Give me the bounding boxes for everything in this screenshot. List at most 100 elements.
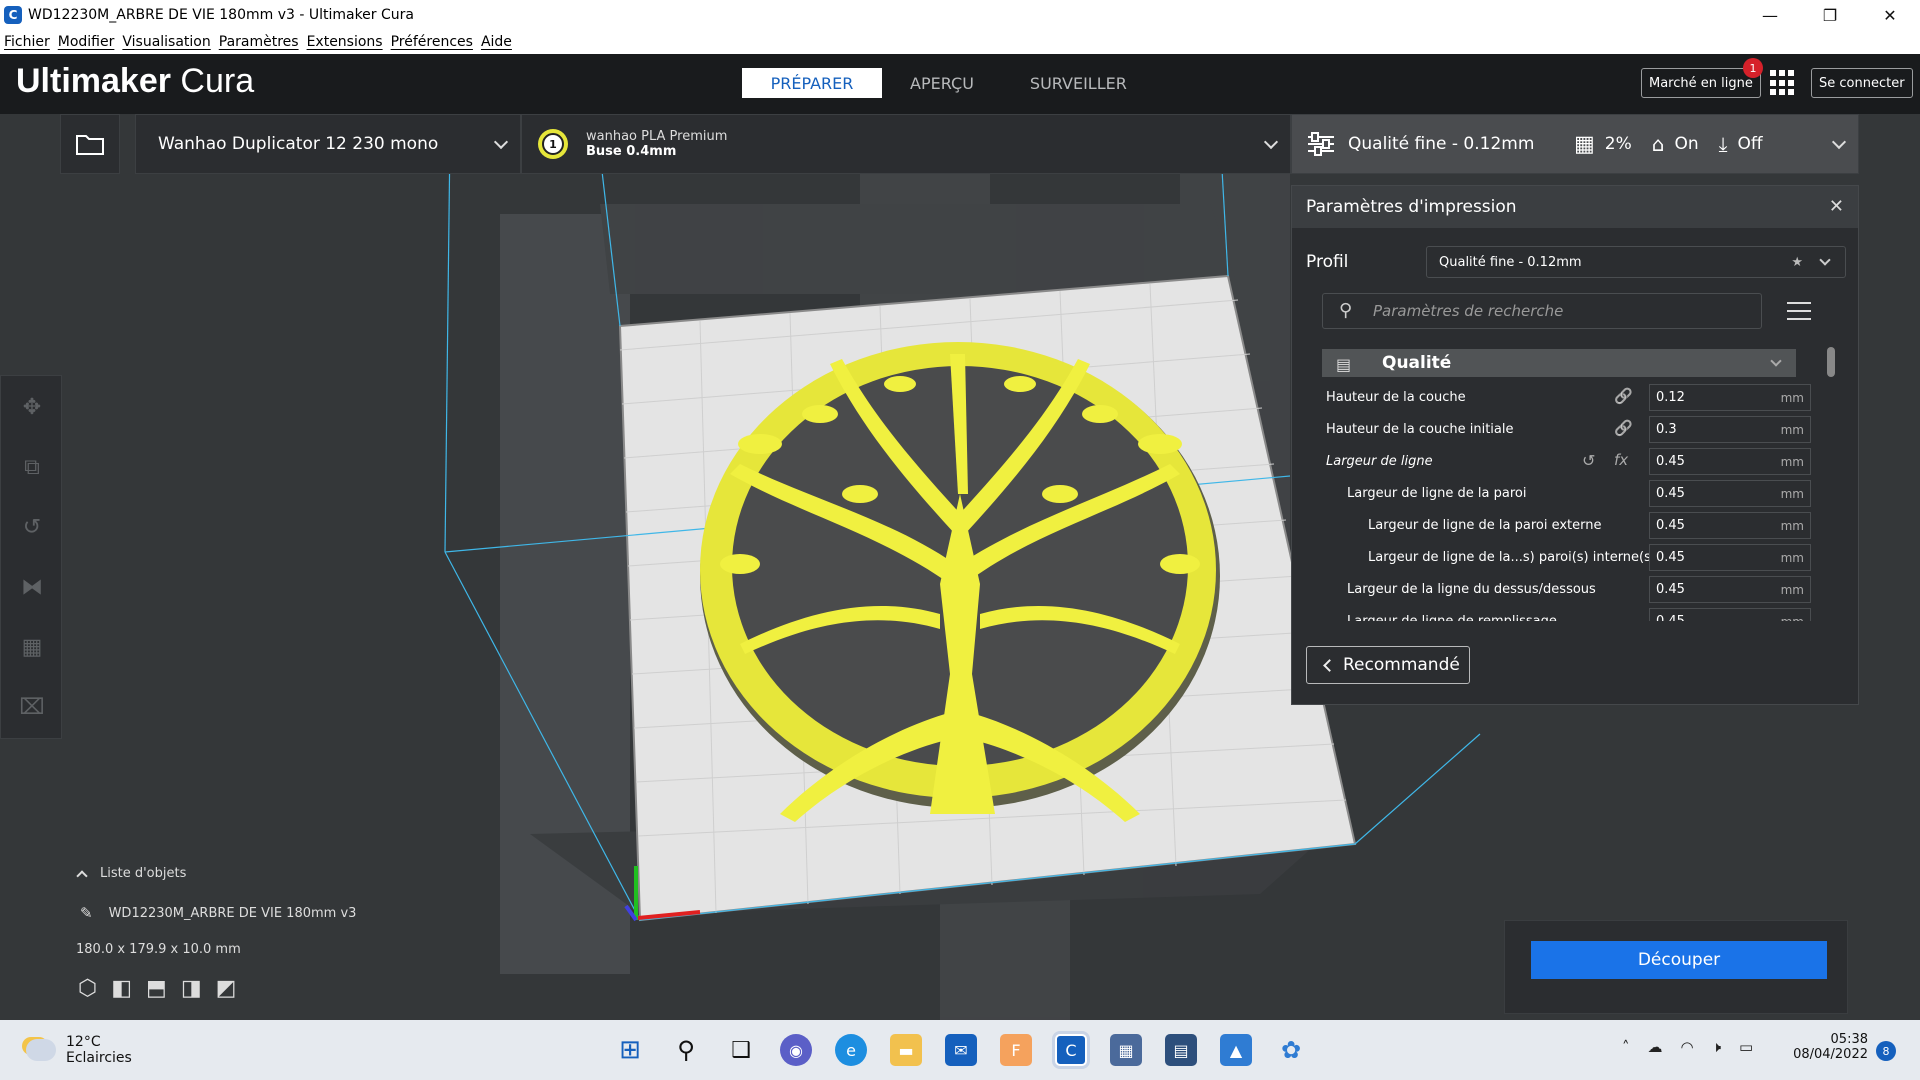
star-icon[interactable]: ★ (1791, 255, 1803, 270)
scale-tool-icon[interactable]: ⧉ (17, 452, 47, 482)
setting-value-input[interactable]: 0.3 mm (1649, 416, 1811, 443)
wifi-icon[interactable]: ◠ (1681, 1038, 1694, 1056)
per-model-settings-icon[interactable]: ▦ (17, 632, 47, 662)
notification-badge[interactable]: 8 (1876, 1041, 1896, 1061)
close-icon[interactable]: ✕ (1829, 196, 1844, 217)
setting-value-input[interactable]: 0.45 mm (1649, 544, 1811, 571)
left-view-icon[interactable]: ◨ (181, 976, 202, 1001)
setting-label: Largeur de ligne (1326, 453, 1433, 469)
app-icon[interactable]: ▤ (1165, 1034, 1197, 1066)
formula-icon[interactable]: fx (1614, 451, 1634, 471)
mirror-tool-icon[interactable]: ⧓ (17, 572, 47, 602)
setting-row: Hauteur de la couche 🔗 0.12 mm (1292, 381, 1852, 413)
setting-unit: mm (1781, 615, 1804, 622)
signin-button[interactable]: Se connecter (1811, 68, 1913, 98)
recommended-button[interactable]: Recommandé (1306, 646, 1470, 684)
tab-monitor[interactable]: SURVEILLER (1002, 68, 1155, 98)
setting-unit: mm (1780, 518, 1804, 533)
link-icon[interactable]: 🔗 (1614, 387, 1634, 407)
close-button[interactable]: ✕ (1860, 0, 1920, 30)
search-icon[interactable]: ⚲ (670, 1034, 702, 1066)
window-title: WD12230M_ARBRE DE VIE 180mm v3 - Ultimak… (28, 7, 414, 23)
printer-selector[interactable]: Wanhao Duplicator 12 230 mono (135, 114, 521, 174)
fusion-icon[interactable]: F (1000, 1034, 1032, 1066)
setting-value-input[interactable]: 0.45 mm (1649, 576, 1811, 603)
setting-value: 0.45 (1656, 614, 1685, 621)
settings-scrollbar[interactable] (1827, 347, 1835, 377)
weather-widget[interactable]: 12°C Eclaircies (26, 1034, 132, 1066)
setting-label: Largeur de ligne de la paroi (1347, 485, 1527, 501)
setting-row: Largeur de ligne de la...s) paroi(s) int… (1292, 541, 1852, 573)
tab-preview[interactable]: APERÇU (882, 68, 1002, 98)
settings-search-input[interactable]: ⚲ Paramètres de recherche (1322, 293, 1762, 329)
edge-icon[interactable]: e (835, 1034, 867, 1066)
apps-grid-icon[interactable] (1770, 70, 1796, 96)
menu-extensions[interactable]: Extensions (303, 34, 387, 50)
object-dimensions: 180.0 x 179.9 x 10.0 mm (76, 942, 241, 957)
menu-file[interactable]: Fichier (0, 34, 54, 50)
file-explorer-icon[interactable]: ▬ (890, 1034, 922, 1066)
chat-icon[interactable]: ◉ (780, 1034, 812, 1066)
setting-label: Hauteur de la couche initiale (1326, 421, 1514, 437)
profile-dropdown[interactable]: Qualité fine - 0.12mm ★ (1426, 246, 1846, 278)
support-blocker-icon[interactable]: ⌧ (17, 692, 47, 722)
setting-value-input[interactable]: 0.45 mm (1649, 448, 1811, 475)
support-icon: ⌂ (1651, 132, 1665, 156)
move-tool-icon[interactable]: ✥ (17, 392, 47, 422)
object-name-row[interactable]: ✎ WD12230M_ARBRE DE VIE 180mm v3 (80, 904, 356, 922)
setting-value: 0.45 (1656, 486, 1685, 501)
weather-icon (26, 1039, 56, 1061)
menu-view[interactable]: Visualisation (118, 34, 214, 50)
material-selector[interactable]: 1 wanhao PLA Premium Buse 0.4mm (521, 114, 1291, 174)
task-view-icon[interactable]: ❑ (725, 1034, 757, 1066)
infill-icon: ▦ (1574, 131, 1595, 157)
nozzle-size: Buse 0.4mm (586, 144, 677, 159)
menu-edit[interactable]: Modifier (54, 34, 119, 50)
front-view-icon[interactable]: ◧ (111, 976, 132, 1001)
setting-label: Largeur de ligne de la...s) paroi(s) int… (1368, 549, 1656, 565)
chevron-up-icon[interactable]: ˄ (1622, 1038, 1630, 1056)
clock-date: 08/04/2022 (1793, 1047, 1868, 1062)
setting-value-input[interactable]: 0.45 mm (1649, 512, 1811, 539)
ultimaker-cura-logo: Ultimaker Cura (16, 62, 255, 100)
menu-preferences[interactable]: Préférences (387, 34, 477, 50)
tab-prepare[interactable]: PRÉPARER (742, 68, 882, 98)
category-quality[interactable]: ▤ Qualité (1322, 349, 1796, 377)
setting-value-input[interactable]: 0.12 mm (1649, 384, 1811, 411)
photos-icon[interactable]: ▲ (1220, 1034, 1252, 1066)
setting-value-input[interactable]: 0.45 mm (1649, 480, 1811, 507)
settings-sliders-icon (1308, 132, 1334, 156)
top-view-icon[interactable]: ⬒ (146, 976, 167, 1001)
minimize-button[interactable]: — (1740, 0, 1800, 30)
battery-icon[interactable]: ▭ (1739, 1038, 1753, 1056)
mail-icon[interactable]: ✉ (945, 1034, 977, 1066)
slice-button[interactable]: Découper (1531, 941, 1827, 979)
cura-app-icon: C (4, 6, 22, 24)
start-icon[interactable]: ⊞ (614, 1034, 646, 1066)
setting-value: 0.45 (1656, 550, 1685, 565)
restore-button[interactable]: ❐ (1800, 0, 1860, 30)
paint-icon[interactable]: ✿ (1275, 1034, 1307, 1066)
search-icon: ⚲ (1339, 300, 1353, 321)
settings-visibility-menu-icon[interactable] (1787, 302, 1811, 320)
menu-bar: Fichier Modifier Visualisation Paramètre… (0, 30, 1920, 54)
setting-value-input[interactable]: 0.45 mm (1649, 608, 1811, 621)
calculator-icon[interactable]: ▦ (1110, 1034, 1142, 1066)
onedrive-icon[interactable]: ☁ (1648, 1038, 1663, 1056)
clock[interactable]: 05:38 08/04/2022 (1786, 1032, 1868, 1062)
setting-value: 0.12 (1656, 390, 1685, 405)
reset-icon[interactable]: ↺ (1582, 451, 1602, 471)
right-view-icon[interactable]: ◩ (216, 976, 237, 1001)
object-list-toggle[interactable]: Liste d'objets (76, 866, 186, 882)
rotate-tool-icon[interactable]: ↺ (17, 512, 47, 542)
weather-condition: Eclaircies (66, 1050, 132, 1066)
open-file-button[interactable] (60, 114, 120, 174)
volume-icon[interactable]: 🕨 (1712, 1038, 1721, 1056)
link-icon[interactable]: 🔗 (1614, 419, 1634, 439)
cura-taskbar-icon[interactable]: C (1055, 1034, 1087, 1066)
menu-help[interactable]: Aide (477, 34, 516, 50)
print-setup-selector[interactable]: Qualité fine - 0.12mm ▦ 2% ⌂ On ⤓ Off (1291, 114, 1859, 174)
menu-settings[interactable]: Paramètres (215, 34, 303, 50)
marketplace-button[interactable]: Marché en ligne (1641, 68, 1761, 98)
3d-view-icon[interactable]: ⬡ (78, 976, 97, 1001)
